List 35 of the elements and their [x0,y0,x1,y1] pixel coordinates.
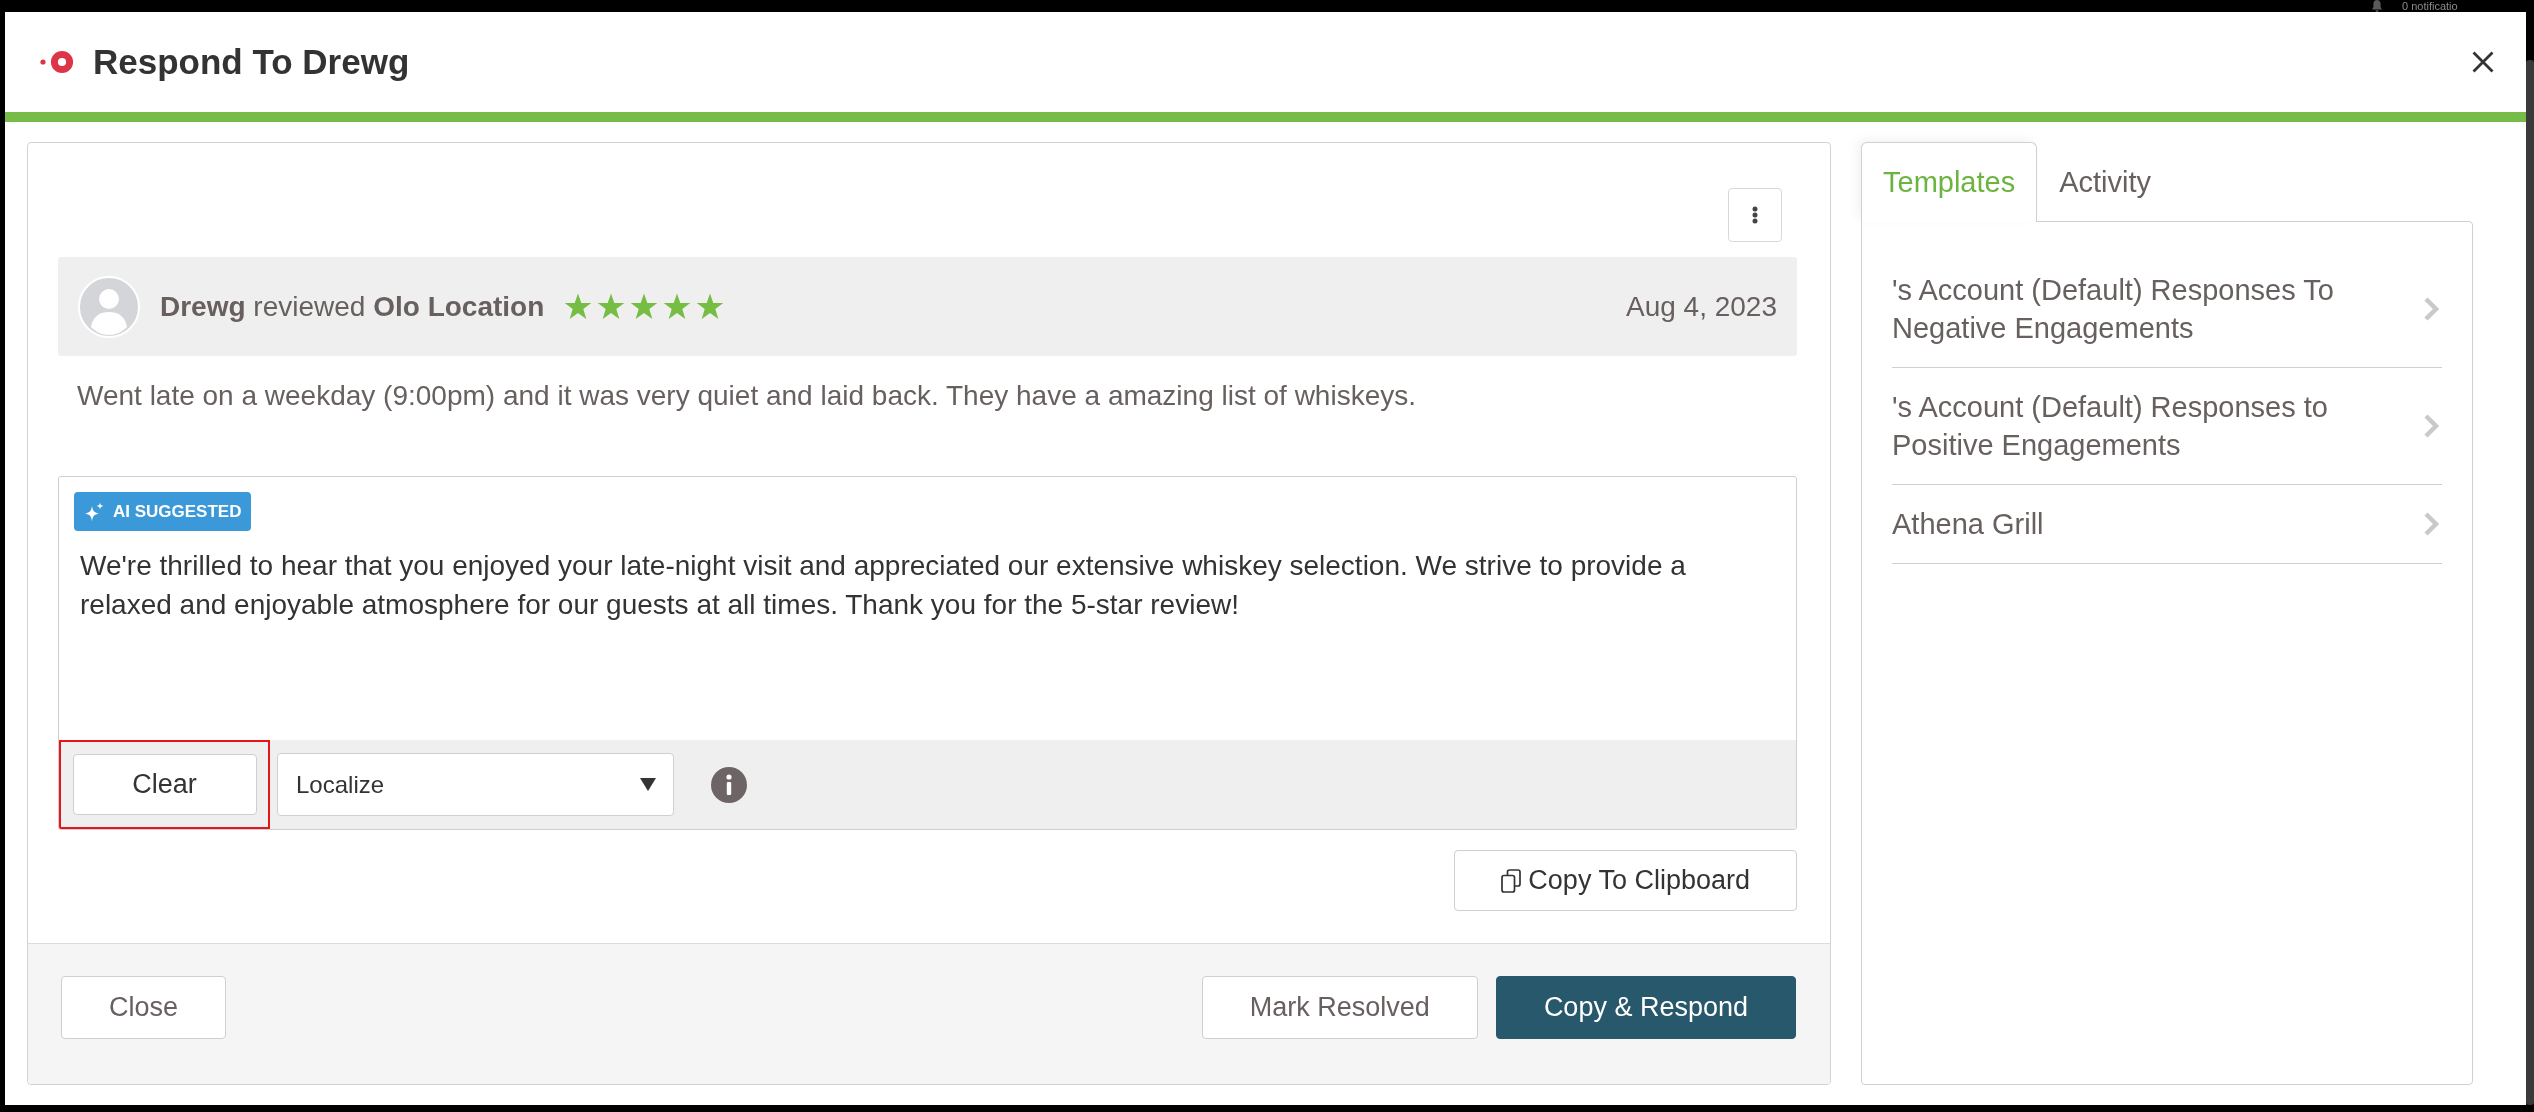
tab[interactable]: Activity [2037,142,2173,221]
copy-to-clipboard-button[interactable]: Copy To Clipboard [1454,850,1797,911]
chevron-right-icon [2423,296,2440,322]
star-icon [696,293,725,320]
review-text: Went late on a weekday (9:00pm) and it was very quiet and laid back. They have a amazing list of whiskeys. [77,379,1417,413]
template-item[interactable]: Athena Grill [1892,485,2442,564]
notification-count[interactable]: 0 notificatio [2402,0,2458,12]
badge-label: AI SUGGESTED [113,501,242,522]
template-item[interactable]: 's Account (Default) Responses to Positive Engagements [1892,368,2442,485]
avatar-icon [78,275,140,338]
star-icon [630,293,659,320]
close-icon[interactable] [2472,51,2494,73]
copy-icon [1501,868,1522,893]
dialog-title: Respond To Drewg [93,42,410,82]
star-icon [597,293,626,320]
review-heading: Drewg reviewed Olo Location [160,290,545,323]
bell-icon [2371,0,2383,12]
chevron-right-icon [2423,413,2440,439]
star-icon [663,293,692,320]
review-date: Aug 4, 2023 [1625,290,1777,323]
localize-select[interactable]: Localize [277,753,674,816]
info-icon[interactable] [711,766,747,803]
template-item[interactable]: 's Account (Default) Responses To Negative Engagements [1892,251,2442,368]
secondary-button[interactable]: Close [61,976,227,1039]
chevron-right-icon [2423,511,2440,537]
clear-button[interactable]: Clear [72,754,257,815]
primary-button[interactable]: Copy & Respond [1495,976,1796,1039]
sparkle-icon [84,501,104,522]
caret-icon [640,778,656,791]
secondary-button[interactable]: Mark Resolved [1201,976,1478,1039]
logo-icon [40,50,74,74]
scrollbar-thumb[interactable] [2526,60,2534,1105]
vertical-dots-icon [1752,206,1758,224]
star-icon [564,293,593,320]
response-text-field[interactable]: We're thrilled to hear that you enjoyed your late-night visit and appreciated our extensive whiskey selection. We strive to provide a relaxed and enjoyable atmosphere for our guests at all times. Thank you for the 5-star review! [59,531,1796,740]
